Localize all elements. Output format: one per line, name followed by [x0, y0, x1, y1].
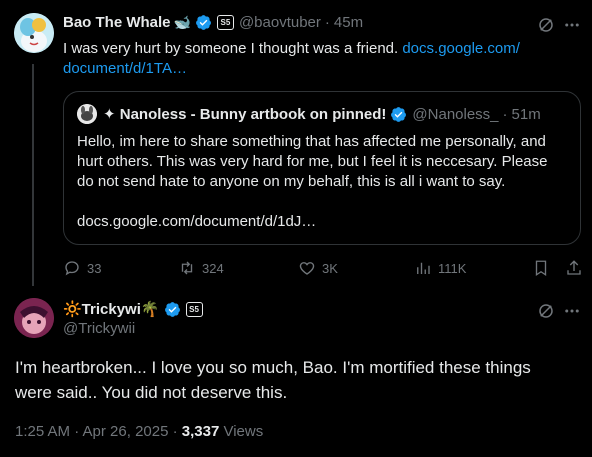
tweet-timestamp[interactable]: 1:25 AM · Apr 26, 2025 ·	[15, 423, 182, 440]
thread-line	[32, 64, 34, 286]
tweet1-header: Bao The Whale 🐋 S5 @baovtuber · 45m	[63, 14, 363, 31]
verified-icon	[391, 106, 407, 122]
separator: ·	[324, 14, 330, 31]
tweet1-body: I was very hurt by someone I thought was…	[63, 40, 399, 57]
tweet1-link-part1[interactable]: docs.google.com/	[402, 40, 520, 57]
tweet1-text: I was very hurt by someone I thought was…	[63, 39, 578, 79]
quote-line: hurt others. This was very hard for me, …	[77, 153, 548, 170]
bookmark-icon[interactable]	[532, 259, 550, 277]
quote-author-handle[interactable]: @Nanoless_	[412, 106, 498, 123]
views-count: 111K	[438, 260, 467, 276]
separator: ·	[502, 105, 508, 123]
views-label: Views	[219, 423, 264, 440]
like-count: 3K	[322, 260, 338, 276]
verified-icon	[196, 15, 211, 30]
grok-icon[interactable]	[537, 302, 555, 320]
tweet-time[interactable]: 45m	[334, 14, 363, 31]
author-handle[interactable]: @Trickywii	[63, 320, 135, 337]
like-icon	[299, 262, 315, 275]
tweet2-header: 🔆Trickywi🌴 S5	[63, 300, 203, 318]
quote-time[interactable]: 51m	[512, 106, 541, 123]
quote-header: ✦ Nanoless - Bunny artbook on pinned! @N…	[103, 105, 541, 124]
quote-link[interactable]: docs.google.com/document/d/1dJ…	[77, 212, 577, 232]
avatar-bao[interactable]	[14, 13, 54, 53]
reply-icon	[65, 261, 79, 276]
tweet2-meta: 1:25 AM · Apr 26, 2025 · 3,337 Views	[15, 423, 263, 440]
views-button[interactable]: 111K	[414, 259, 466, 277]
more-icon[interactable]	[563, 302, 581, 320]
quote-author-name[interactable]: ✦ Nanoless - Bunny artbook on pinned!	[103, 105, 386, 123]
avatar-trickywi[interactable]	[14, 298, 54, 338]
share-icon[interactable]	[565, 259, 583, 277]
grok-icon[interactable]	[537, 16, 555, 34]
tweet2-line: were said.. You did not deserve this.	[15, 383, 288, 402]
author-name[interactable]: Bao The Whale	[63, 14, 171, 31]
repost-button[interactable]: 324	[178, 259, 224, 277]
like-button[interactable]: 3K	[298, 259, 338, 277]
more-icon[interactable]	[563, 16, 581, 34]
affiliate-badge-icon: S5	[216, 15, 234, 30]
affiliate-badge-icon: S5	[185, 301, 203, 317]
reply-button[interactable]: 33	[63, 259, 101, 277]
avatar-nanoless[interactable]	[77, 104, 97, 124]
whale-emoji: 🐋	[173, 14, 191, 30]
repost-count: 324	[202, 260, 224, 276]
views-icon	[417, 262, 430, 274]
tweet2-text: I'm heartbroken... I love you so much, B…	[15, 355, 585, 405]
quote-text: Hello, im here to share something that h…	[77, 132, 577, 232]
quote-line: Hello, im here to share something that h…	[77, 133, 546, 150]
author-handle[interactable]: @baovtuber	[239, 14, 321, 31]
author-name[interactable]: 🔆Trickywi🌴	[63, 300, 160, 318]
repost-icon	[181, 261, 193, 275]
reply-count: 33	[87, 260, 102, 276]
quote-line: do not send hate to anyone on my behalf,…	[77, 173, 506, 190]
views-count: 3,337	[181, 423, 220, 440]
verified-icon	[164, 301, 180, 317]
tweet2-line: I'm heartbroken... I love you so much, B…	[15, 358, 531, 377]
tweet1-link-part2[interactable]: document/d/1TA…	[63, 60, 187, 77]
